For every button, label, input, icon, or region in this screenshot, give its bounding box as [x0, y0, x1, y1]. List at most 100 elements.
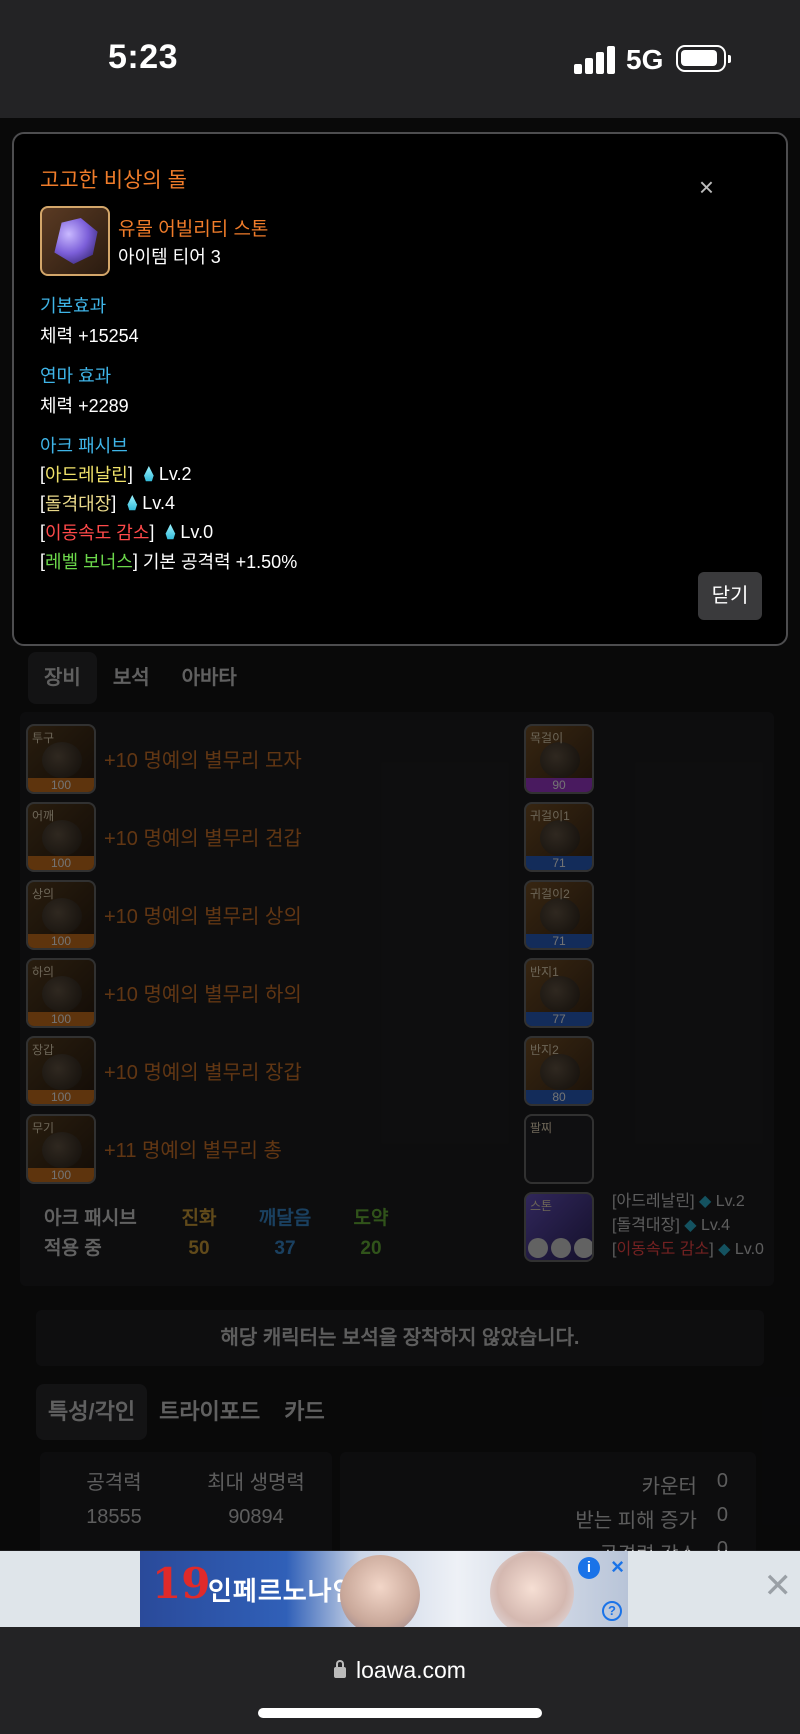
- leap-value: 20: [360, 1238, 382, 1259]
- equipment-row[interactable]: 투구 100 +10 명예의 별무리 모자: [26, 724, 746, 794]
- ark-line: [아드레날린] Lv.2: [40, 463, 192, 486]
- trait-tabs: 특성/각인 트라이포드 카드: [36, 1384, 337, 1440]
- quality-bar: 100: [28, 934, 94, 948]
- equipment-row[interactable]: 어깨 100 +10 명예의 별무리 견갑: [26, 802, 746, 872]
- stone-effect-line: [이동속도 감소] ◆ Lv.0: [612, 1241, 764, 1258]
- gem-notice: 해당 캐릭터는 보석을 장착하지 않았습니다.: [36, 1310, 764, 1366]
- browser-bar: loawa.com: [0, 1627, 800, 1734]
- ad-character-image: [490, 1551, 574, 1627]
- close-button[interactable]: 닫기: [698, 572, 762, 620]
- quality-bar: 100: [28, 1168, 94, 1182]
- droplet-icon: [127, 495, 138, 511]
- equipment-row[interactable]: 하의 100 +10 명예의 별무리 하의: [26, 958, 746, 1028]
- tab-equipment[interactable]: 장비: [28, 652, 97, 704]
- hp-stat: 최대 생명력 90894: [186, 1466, 326, 1534]
- slot-label: 하의: [32, 965, 55, 979]
- ark-line: [레벨 보너스] 기본 공격력 +1.50%: [40, 550, 298, 573]
- gloves-slot[interactable]: 장갑 100: [26, 1036, 96, 1106]
- ad-bar: 19 인페르노나인 i × ? ✕: [0, 1551, 800, 1627]
- droplet-icon: [144, 466, 154, 482]
- tab-tripod[interactable]: 트라이포드: [147, 1384, 272, 1440]
- leap-label: 도약: [353, 1208, 389, 1229]
- engraving-stats-panel: 카운터0 받는 피해 증가0 공격력 감소0: [340, 1452, 756, 1566]
- base-effect-value: 체력 +15254: [40, 326, 139, 346]
- attack-stat: 공격력 18555: [44, 1466, 184, 1534]
- stone-effect-line: [아드레날린] ◆ Lv.2: [612, 1193, 745, 1210]
- ad-banner[interactable]: 19 인페르노나인 i × ?: [140, 1551, 628, 1627]
- ad-dismiss-icon[interactable]: ✕: [764, 1569, 793, 1603]
- item-name[interactable]: +10 명예의 별무리 모자: [104, 744, 302, 773]
- pants-icon: [42, 976, 82, 1012]
- weapon-slot[interactable]: 무기 100: [26, 1114, 96, 1184]
- ability-stone-slot[interactable]: 스톤: [524, 1192, 594, 1262]
- ability-stone-icon: [40, 206, 110, 276]
- chest-slot[interactable]: 상의 100: [26, 880, 96, 950]
- ad-help-icon[interactable]: ?: [602, 1601, 622, 1621]
- quality-bar: 80: [526, 1090, 592, 1104]
- refine-effect-label: 연마 효과: [40, 366, 112, 386]
- ad-logo-text: 인페르노나인: [208, 1577, 358, 1607]
- earring2-slot[interactable]: 귀걸이2 71: [524, 880, 594, 950]
- earring-icon: [540, 898, 580, 934]
- status-time: 5:23: [108, 38, 179, 76]
- tab-traits[interactable]: 특성/각인: [36, 1384, 148, 1440]
- ark-line: [이동속도 감소] Lv.0: [40, 521, 214, 544]
- address-bar[interactable]: loawa.com: [0, 1657, 800, 1684]
- slot-label: 반지2: [530, 1043, 559, 1057]
- network-label: 5G: [626, 44, 664, 75]
- equipment-row[interactable]: 장갑 100 +10 명예의 별무리 장갑: [26, 1036, 746, 1106]
- stat-row: 카운터 0: [641, 1470, 728, 1498]
- quality-bar: 100: [28, 778, 94, 792]
- ad-info-icon[interactable]: i: [578, 1557, 600, 1579]
- item-name[interactable]: +11 명예의 별무리 총: [104, 1134, 282, 1163]
- battery-icon: [676, 45, 731, 72]
- signal-icon: [574, 46, 616, 74]
- tab-cards[interactable]: 카드: [272, 1384, 336, 1440]
- gloves-icon: [42, 1054, 82, 1090]
- item-name[interactable]: +10 명예의 별무리 하의: [104, 978, 302, 1007]
- shoulder-slot[interactable]: 어깨 100: [26, 802, 96, 872]
- helmet-slot[interactable]: 투구 100: [26, 724, 96, 794]
- item-name[interactable]: +10 명예의 별무리 장갑: [104, 1056, 302, 1085]
- earring1-slot[interactable]: 귀걸이1 71: [524, 802, 594, 872]
- refine-effect-value: 체력 +2289: [40, 396, 129, 416]
- home-indicator[interactable]: [258, 1708, 542, 1718]
- basic-stats-panel: 공격력 18555 최대 생명력 90894: [40, 1452, 332, 1562]
- item-name[interactable]: +10 명예의 별무리 견갑: [104, 822, 302, 851]
- tab-gems[interactable]: 보석: [97, 652, 166, 704]
- necklace-icon: [540, 742, 580, 778]
- ring2-slot[interactable]: 반지2 80: [524, 1036, 594, 1106]
- ark-applied-label: 적용 중: [44, 1238, 102, 1259]
- ring1-slot[interactable]: 반지1 77: [524, 958, 594, 1028]
- enlightenment-label: 깨달음: [258, 1208, 312, 1229]
- ad-close-icon[interactable]: ×: [611, 1554, 624, 1580]
- slot-label: 팔찌: [530, 1121, 553, 1135]
- shoulder-icon: [42, 820, 82, 856]
- pants-slot[interactable]: 하의 100: [26, 958, 96, 1028]
- quality-bar: 77: [526, 1012, 592, 1026]
- slot-label: 투구: [32, 731, 55, 745]
- quality-bar: 90: [526, 778, 592, 792]
- lock-icon: [334, 1660, 347, 1678]
- url-text: loawa.com: [356, 1657, 466, 1683]
- ring-icon: [540, 1054, 580, 1090]
- status-bar: 5:23 5G: [0, 0, 800, 118]
- evolution-label: 진화: [181, 1208, 217, 1229]
- equipment-tabs: 장비 보석 아바타: [28, 652, 253, 704]
- ark-line: [돌격대장] Lv.4: [40, 492, 175, 515]
- necklace-slot[interactable]: 목걸이 90: [524, 724, 594, 794]
- stone-effects: [아드레날린] ◆ Lv.2 [돌격대장] ◆ Lv.4 [이동속도 감소] ◆…: [612, 1190, 764, 1262]
- tab-avatar[interactable]: 아바타: [166, 652, 253, 704]
- equipment-row[interactable]: 무기 100 +11 명예의 별무리 총: [26, 1114, 746, 1184]
- hp-value: 90894: [228, 1506, 284, 1528]
- weapon-icon: [42, 1132, 82, 1168]
- close-icon[interactable]: ×: [699, 174, 714, 200]
- item-name[interactable]: +10 명예의 별무리 상의: [104, 900, 302, 929]
- slot-label: 스톤: [530, 1199, 553, 1213]
- slot-label: 상의: [32, 887, 55, 901]
- bracelet-slot[interactable]: 팔찌: [524, 1114, 594, 1184]
- equipment-row[interactable]: 상의 100 +10 명예의 별무리 상의: [26, 880, 746, 950]
- item-tooltip-modal: 고고한 비상의 돌 × 유물 어빌리티 스톤 아이템 티어 3 기본효과 체력 …: [12, 132, 788, 646]
- item-tier: 아이템 티어 3: [118, 247, 221, 267]
- enlightenment-value: 37: [274, 1238, 296, 1259]
